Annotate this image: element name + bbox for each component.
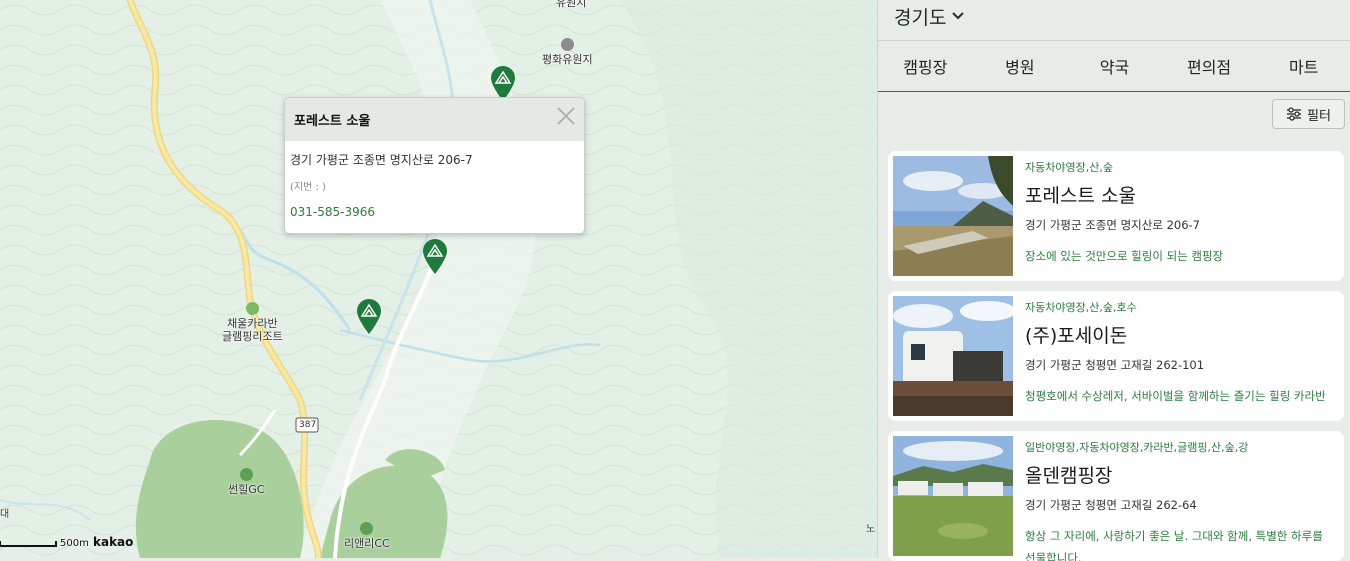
place-info-popup: 포레스트 소울 경기 가평군 조종면 명지산로 206-7 (지번 : ) 03… [284,97,585,234]
kakao-logo: kakao [93,535,134,549]
popup-jibun: (지번 : ) [290,182,326,193]
golf-icon [360,522,374,535]
popup-address: 경기 가평군 조종면 명지산로 206-7 [290,153,473,167]
popup-phone-link[interactable]: 031-585-3966 [285,193,584,219]
campsite-name: (주)포세이돈 [1025,325,1128,347]
poi-sunhill-gc[interactable]: 썬힐GC [228,468,264,496]
route-number: 387 [299,420,317,430]
poi-label-top[interactable]: 유원지 [556,0,586,9]
popup-header: 포레스트 소울 [285,98,584,141]
popup-title: 포레스트 소울 [294,114,371,129]
poi-pyeonghwa[interactable]: 평화유원지 [542,38,593,66]
campsite-photo [893,436,1013,556]
campsite-description: 청평호에서 수상레저, 서바이벌을 함께하는 즐기는 힐링 카라반 [1025,389,1326,403]
campsite-category: 자동차야영장,산,숲 [1025,161,1113,174]
map-terrain [0,0,877,558]
region-dropdown[interactable]: 경기도 [894,0,965,32]
filter-button[interactable]: 필터 [1272,99,1345,129]
camera-icon [560,38,574,51]
scale-label: 500m [60,538,89,549]
selected-campsite-marker[interactable] [422,239,448,275]
region-label: 경기도 [894,6,947,29]
campsite-card[interactable]: 일반야영장,자동차야영장,카라반,글램핑,산,숲,강 올덴캠핑장 경기 가평군 … [888,431,1344,561]
poi-leenlee-cc[interactable]: 리앤리CC [344,522,390,550]
campsite-name: 올덴캠핑장 [1025,465,1113,487]
campsite-card[interactable]: 자동차야영장,산,숲,호수 (주)포세이돈 경기 가평군 청평면 고재길 262… [888,291,1344,421]
close-icon[interactable] [556,106,576,126]
campsite-photo [893,156,1013,276]
campsite-category: 일반야영장,자동차야영장,카라반,글램핑,산,숲,강 [1025,441,1249,454]
edge-label-right: 노 [866,524,876,535]
tab-mart[interactable]: 마트 [1256,41,1350,91]
campsite-card[interactable]: 자동차야영장,산,숲 포레스트 소울 경기 가평군 조종면 명지산로 206-7… [888,151,1344,281]
campsite-marker[interactable] [356,299,382,335]
campsite-list-panel: 경기도 캠핑장 병원 약국 편의점 마트 필터 자동차야영장,산,숲 포레스트 … [877,0,1350,561]
campsite-description: 항상 그 자리에, 사랑하기 좋은 날. 그대와 함께, 특별한 하루를 선물합… [1025,529,1323,561]
poi-chaeul[interactable]: 채울카라반 글램핑리조트 [222,302,283,343]
golf-icon [239,468,253,481]
campsite-address: 경기 가평군 청평면 고재길 262-64 [1025,498,1197,512]
campsite-address: 경기 가평군 조종면 명지산로 206-7 [1025,218,1200,232]
chevron-down-icon [952,12,965,20]
tab-convenience-store[interactable]: 편의점 [1162,41,1257,91]
campsite-photo [893,296,1013,416]
campsite-name: 포레스트 소울 [1025,185,1136,207]
tab-pharmacy[interactable]: 약국 [1067,41,1162,91]
tab-hospital[interactable]: 병원 [973,41,1068,91]
campsite-description: 장소에 있는 것만으로 힐링이 되는 캠핑장 [1025,249,1224,263]
filter-label: 필터 [1307,108,1331,124]
filter-sliders-icon [1287,107,1302,121]
tab-camping[interactable]: 캠핑장 [878,41,973,91]
campsite-category: 자동차야영장,산,숲,호수 [1025,301,1137,314]
map-view[interactable]: 유원지 평화유원지 채울카라반 글램핑리조트 썬힐GC 리앤리CC 387 대 … [0,0,877,558]
campsite-address: 경기 가평군 청평면 고재길 262-101 [1025,358,1205,372]
campsite-icon [245,302,259,315]
edge-label-left: 대 [0,509,10,520]
category-tabs: 캠핑장 병원 약국 편의점 마트 [878,40,1350,92]
